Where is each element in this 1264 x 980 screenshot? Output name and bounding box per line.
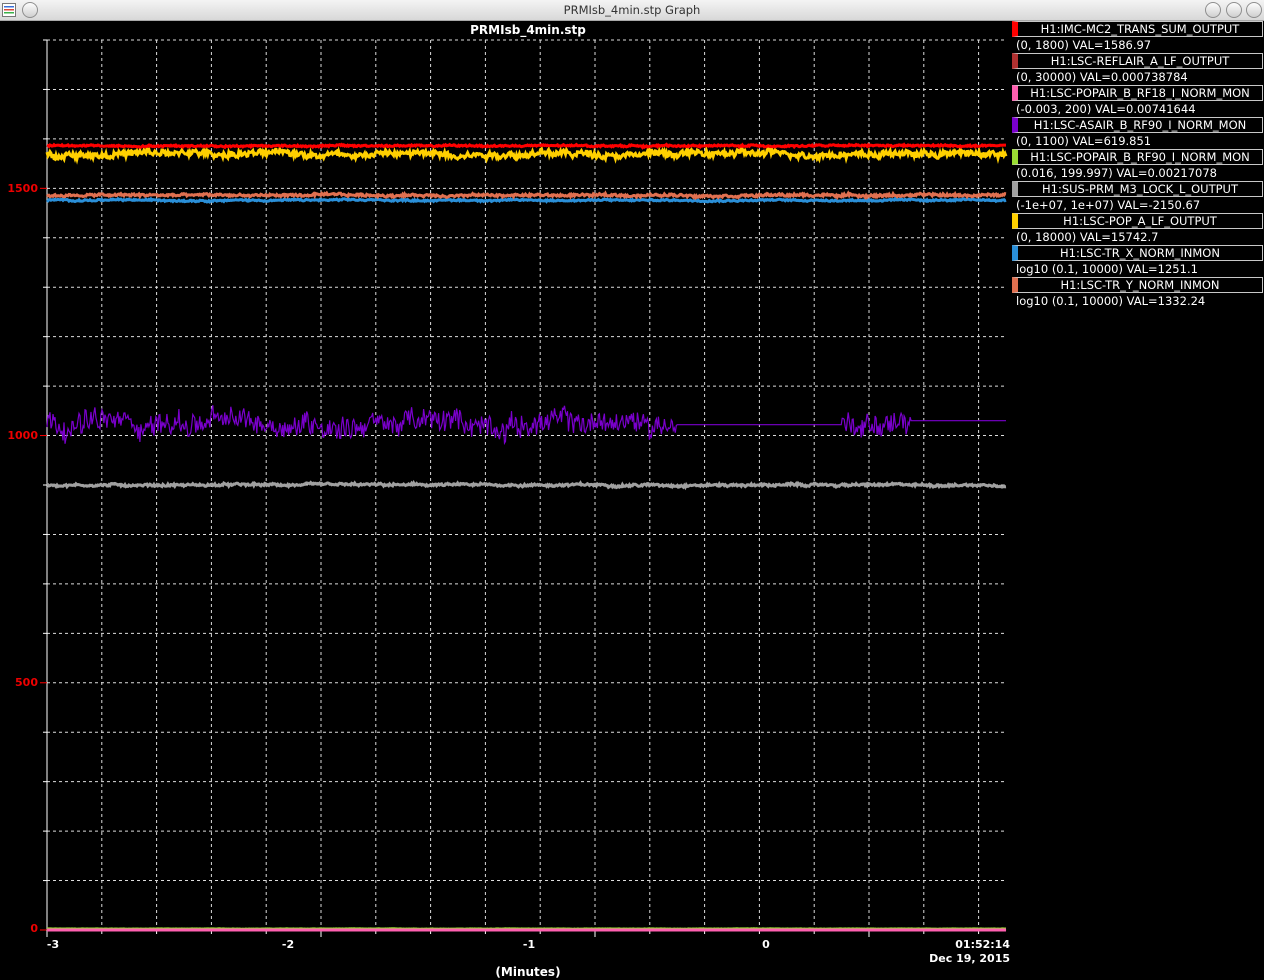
chart-title: PRMIsb_4min.stp [470, 23, 586, 37]
legend-series-name: H1:LSC-POPAIR_B_RF18_I_NORM_MON [1012, 85, 1263, 101]
legend-item[interactable]: H1:LSC-POP_A_LF_OUTPUT (0, 18000) VAL=157… [1012, 213, 1264, 245]
legend-series-range: log10 (0.1, 10000) VAL=1251.1 [1016, 262, 1198, 276]
series-trace [46, 405, 1006, 446]
x-end-time-label: 01:52:14 [955, 938, 1010, 951]
legend-series-name: H1:SUS-PRM_M3_LOCK_L_OUTPUT [1012, 181, 1263, 197]
legend-series-range: (0, 1100) VAL=619.851 [1016, 134, 1152, 148]
y-tick-label: 1500 [7, 182, 38, 195]
maximize-button[interactable] [1226, 2, 1242, 18]
legend-series-name: H1:IMC-MC2_TRANS_SUM_OUTPUT [1012, 21, 1263, 37]
legend-series-range: (0, 1800) VAL=1586.97 [1016, 38, 1152, 52]
legend-series-name: H1:LSC-POPAIR_B_RF90_I_NORM_MON [1012, 149, 1263, 165]
series-trace [45, 196, 1007, 204]
legend-series-range: (-1e+07, 1e+07) VAL=-2150.67 [1016, 198, 1201, 212]
x-end-date-label: Dec 19, 2015 [929, 952, 1010, 965]
x-tick-label: 0 [762, 938, 770, 951]
legend-series-name: H1:LSC-REFLAIR_A_LF_OUTPUT [1012, 53, 1263, 69]
legend-series-name: H1:LSC-ASAIR_B_RF90_I_NORM_MON [1012, 117, 1263, 133]
legend-item[interactable]: H1:SUS-PRM_M3_LOCK_L_OUTPUT (-1e+07, 1e+0… [1012, 181, 1264, 213]
plot-area[interactable] [0, 21, 1010, 980]
legend-series-range: (0, 30000) VAL=0.000738784 [1016, 70, 1188, 84]
y-tick-label: 1000 [7, 429, 38, 442]
series-trace [45, 143, 1008, 165]
legend-series-name: H1:LSC-POP_A_LF_OUTPUT [1012, 213, 1263, 229]
legend-series-name: H1:LSC-TR_X_NORM_INMON [1012, 245, 1263, 261]
y-tick-label: 0 [30, 922, 38, 935]
legend-item[interactable]: H1:LSC-POPAIR_B_RF90_I_NORM_MON (0.016, 1… [1012, 149, 1264, 181]
x-tick-label: -3 [46, 938, 60, 951]
legend-series-range: log10 (0.1, 10000) VAL=1332.24 [1016, 294, 1206, 308]
legend: H1:IMC-MC2_TRANS_SUM_OUTPUT (0, 1800) VAL… [1012, 21, 1264, 309]
close-button[interactable] [1246, 2, 1262, 18]
x-axis-title: (Minutes) [495, 965, 561, 979]
series-trace [45, 190, 1007, 201]
x-tick-label: -2 [281, 938, 295, 951]
legend-series-range: (-0.003, 200) VAL=0.00741644 [1016, 102, 1196, 116]
legend-item[interactable]: H1:LSC-ASAIR_B_RF90_I_NORM_MON (0, 1100) … [1012, 117, 1264, 149]
legend-series-name: H1:LSC-TR_Y_NORM_INMON [1012, 277, 1263, 293]
series-trace [46, 142, 1006, 150]
legend-item[interactable]: H1:LSC-TR_X_NORM_INMON log10 (0.1, 10000)… [1012, 245, 1264, 277]
window-titlebar: PRMIsb_4min.stp Graph [0, 0, 1264, 21]
minimize-button[interactable] [1205, 2, 1221, 18]
legend-item[interactable]: H1:LSC-POPAIR_B_RF18_I_NORM_MON (-0.003, … [1012, 85, 1264, 117]
y-tick-label: 500 [15, 676, 38, 689]
legend-series-range: (0, 18000) VAL=15742.7 [1016, 230, 1159, 244]
window-title: PRMIsb_4min.stp Graph [563, 3, 701, 17]
series-trace [46, 479, 1007, 491]
legend-item[interactable]: H1:IMC-MC2_TRANS_SUM_OUTPUT (0, 1800) VAL… [1012, 21, 1264, 53]
x-tick-label: -1 [522, 938, 536, 951]
legend-item[interactable]: H1:LSC-TR_Y_NORM_INMON log10 (0.1, 10000)… [1012, 277, 1264, 309]
legend-series-range: (0.016, 199.997) VAL=0.00217078 [1016, 166, 1217, 180]
legend-item[interactable]: H1:LSC-REFLAIR_A_LF_OUTPUT (0, 30000) VAL… [1012, 53, 1264, 85]
